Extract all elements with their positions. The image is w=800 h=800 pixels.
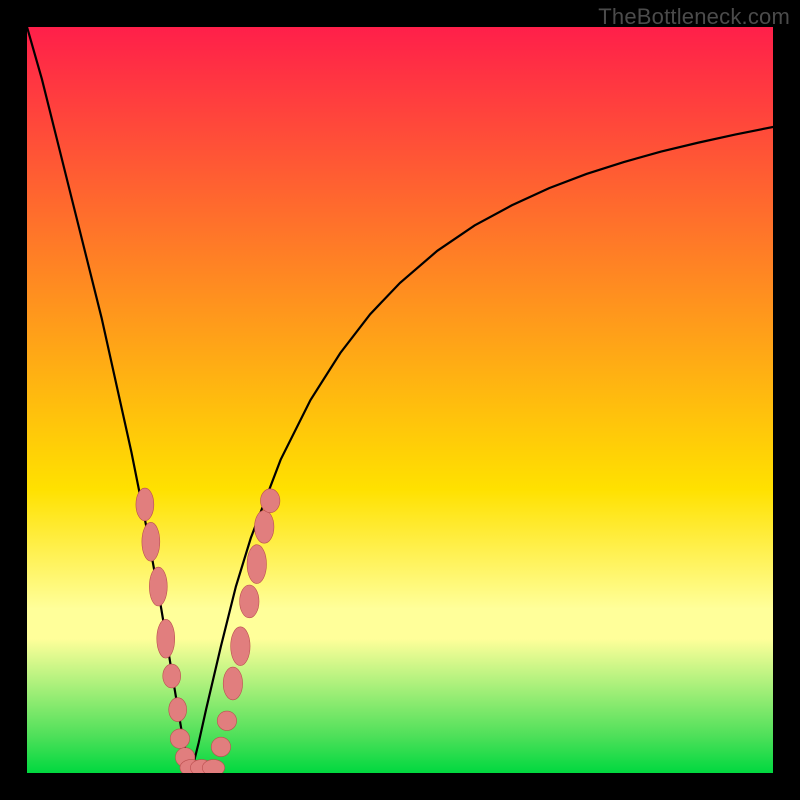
data-dot [261,489,280,513]
watermark-text: TheBottleneck.com [598,4,790,30]
data-dot [231,627,250,666]
data-dot [202,760,224,773]
data-dots [136,488,280,773]
data-dot [169,698,187,722]
data-dot [157,619,175,658]
data-dot [255,510,274,543]
data-dot [163,664,181,688]
data-dot [136,488,154,521]
data-dot [149,567,167,606]
data-dot [211,737,230,756]
data-dot [240,585,259,618]
data-dot [217,711,236,730]
chart-frame: TheBottleneck.com [0,0,800,800]
plot-area [27,27,773,773]
data-dot [142,522,160,561]
curve-layer [27,27,773,773]
data-dot [247,545,266,584]
data-dot [170,729,189,748]
data-dot [223,667,242,700]
bottleneck-curve [27,27,773,773]
